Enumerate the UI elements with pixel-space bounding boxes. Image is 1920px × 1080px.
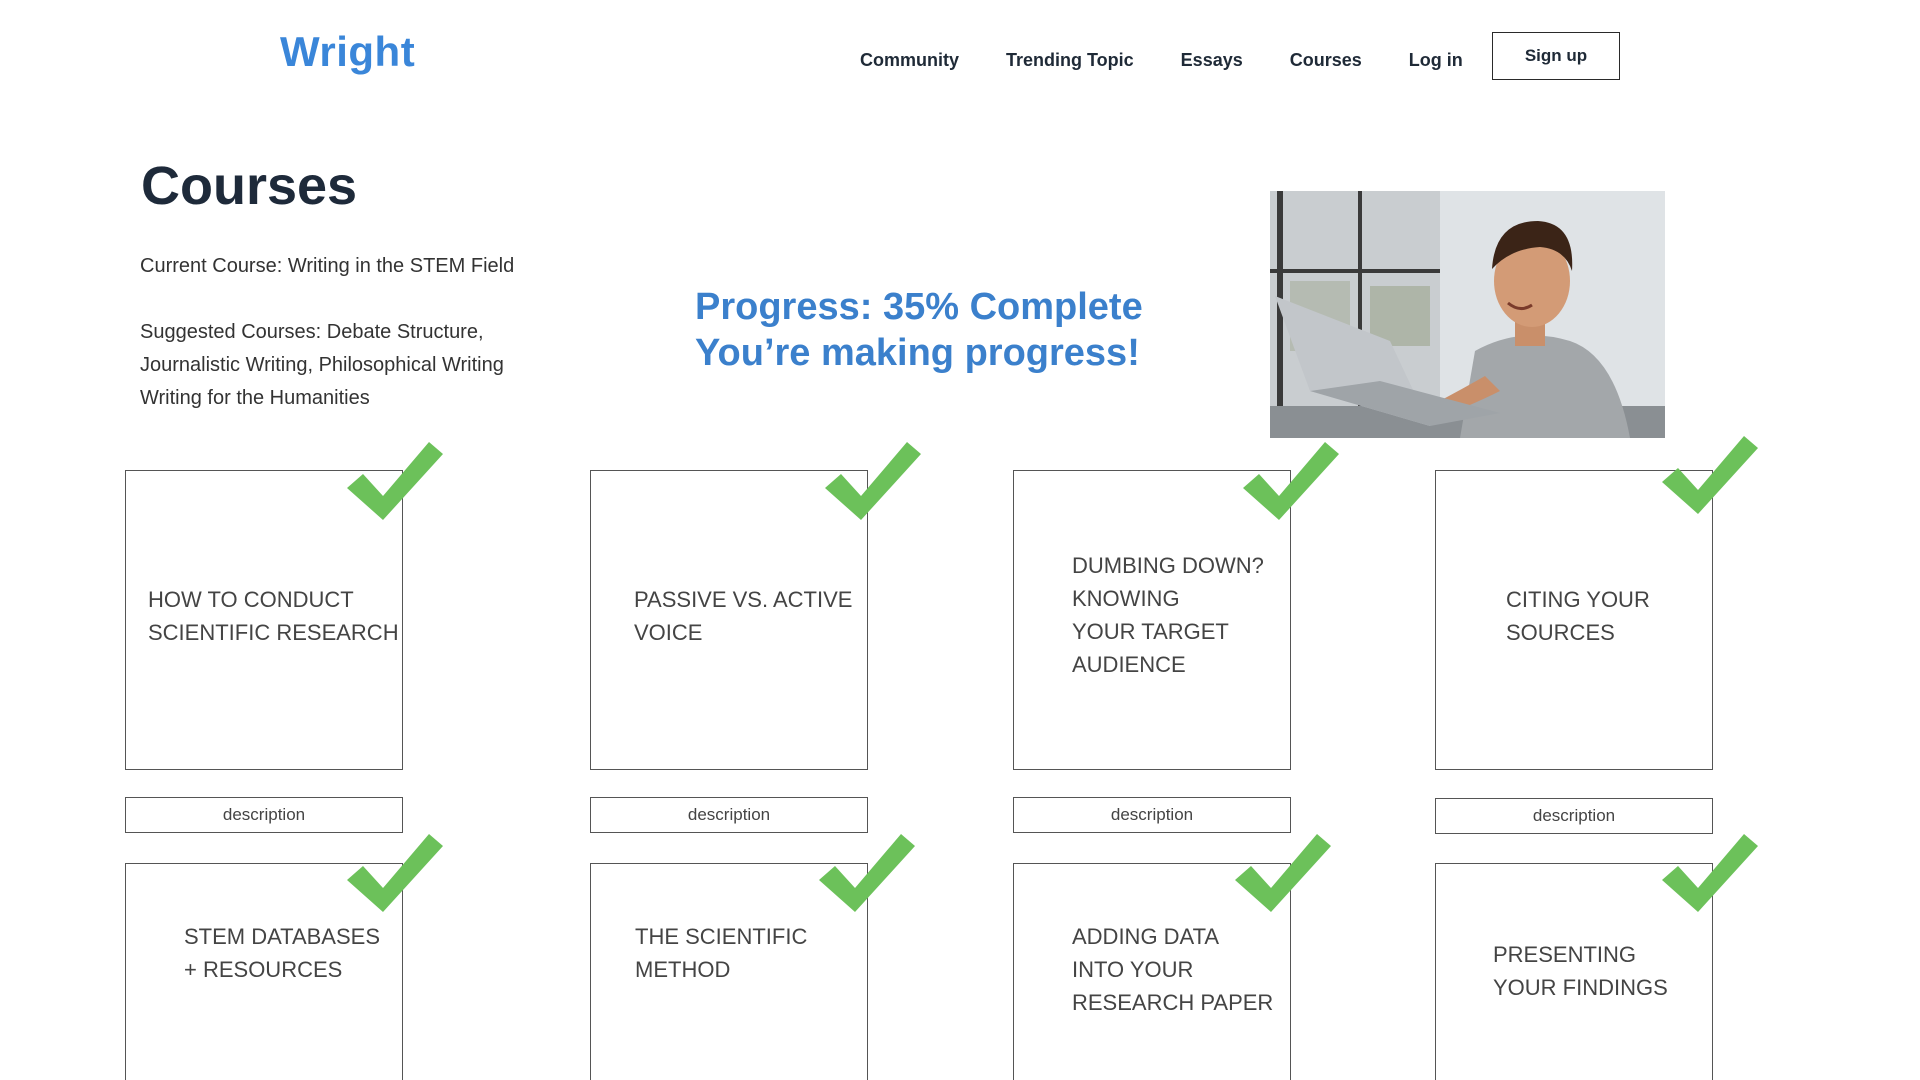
course-card-title-line: CITING YOUR: [1506, 587, 1650, 612]
course-card-title-line: RESEARCH PAPER: [1072, 990, 1274, 1015]
nav-essays[interactable]: Essays: [1181, 50, 1243, 71]
logo[interactable]: Wright: [280, 28, 415, 76]
course-card-title: CITING YOUR SOURCES: [1506, 583, 1650, 649]
suggested-courses: Suggested Courses: Debate Structure, Jou…: [140, 316, 560, 415]
checkmark-icon: [1662, 834, 1758, 912]
course-card-title: HOW TO CONDUCT SCIENTIFIC RESEARCH: [148, 583, 399, 649]
suggested-line: Writing for the Humanities: [140, 387, 370, 409]
description-button[interactable]: description: [1013, 797, 1291, 833]
nav-community[interactable]: Community: [860, 50, 959, 71]
checkmark-icon: [819, 834, 915, 912]
course-card-title-line: SCIENTIFIC RESEARCH: [148, 620, 399, 645]
course-card-title: PRESENTING YOUR FINDINGS: [1493, 938, 1668, 1004]
course-card-title-line: SOURCES: [1506, 620, 1615, 645]
progress-status: Progress: 35% Complete: [695, 286, 1143, 328]
course-card-title: THE SCIENTIFIC METHOD: [635, 920, 807, 986]
suggested-line: Journalistic Writing, Philosophical Writ…: [140, 354, 504, 376]
course-card-title-line: THE SCIENTIFIC: [635, 924, 808, 949]
course-card-title-line: AUDIENCE: [1072, 652, 1186, 677]
course-card-title-line: STEM DATABASES: [184, 924, 381, 949]
description-button[interactable]: description: [1435, 798, 1713, 834]
course-card-title-line: METHOD: [635, 957, 731, 982]
course-card-title-line: PRESENTING: [1493, 942, 1637, 967]
page-title: Courses: [141, 156, 358, 216]
course-card-title: STEM DATABASES + RESOURCES: [184, 920, 380, 986]
checkmark-icon: [1662, 436, 1758, 514]
course-card-title: ADDING DATA INTO YOUR RESEARCH PAPER: [1072, 920, 1273, 1019]
progress-message: Progress: 35% Complete You’re making pro…: [695, 284, 1143, 376]
current-course: Current Course: Writing in the STEM Fiel…: [140, 255, 515, 277]
course-card-title-line: PASSIVE VS. ACTIVE: [634, 587, 853, 612]
description-button[interactable]: description: [590, 797, 868, 833]
progress-encouragement: You’re making progress!: [695, 332, 1140, 374]
suggested-line: Suggested Courses: Debate Structure,: [140, 321, 484, 343]
course-card-title-line: VOICE: [634, 620, 703, 645]
course-card-title-line: INTO YOUR: [1072, 957, 1194, 982]
course-card-title: DUMBING DOWN? KNOWING YOUR TARGET AUDIEN…: [1072, 549, 1264, 681]
course-card-title-line: YOUR TARGET: [1072, 619, 1229, 644]
nav-courses[interactable]: Courses: [1290, 50, 1362, 71]
checkmark-icon: [347, 834, 443, 912]
course-card-title-line: YOUR FINDINGS: [1493, 975, 1668, 1000]
courses-page: Wright Community Trending Topic Essays C…: [0, 0, 1920, 1080]
course-card-title-line: ADDING DATA: [1072, 924, 1220, 949]
course-card-title: PASSIVE VS. ACTIVE VOICE: [634, 583, 852, 649]
student-laptop-photo: [1270, 191, 1665, 438]
main-nav: Community Trending Topic Essays Courses …: [860, 50, 1510, 71]
course-card-title-line: DUMBING DOWN?: [1072, 553, 1264, 578]
checkmark-icon: [347, 442, 443, 520]
hero-illustration: [1270, 191, 1665, 438]
checkmark-icon: [1235, 834, 1331, 912]
checkmark-icon: [1243, 442, 1339, 520]
checkmark-icon: [825, 442, 921, 520]
course-card-title-line: KNOWING: [1072, 586, 1180, 611]
nav-log-in[interactable]: Log in: [1409, 50, 1463, 71]
sign-up-button[interactable]: Sign up: [1492, 32, 1620, 80]
description-button[interactable]: description: [125, 797, 403, 833]
course-card-title-line: HOW TO CONDUCT: [148, 587, 354, 612]
course-card-title-line: + RESOURCES: [184, 957, 343, 982]
nav-trending-topic[interactable]: Trending Topic: [1006, 50, 1134, 71]
